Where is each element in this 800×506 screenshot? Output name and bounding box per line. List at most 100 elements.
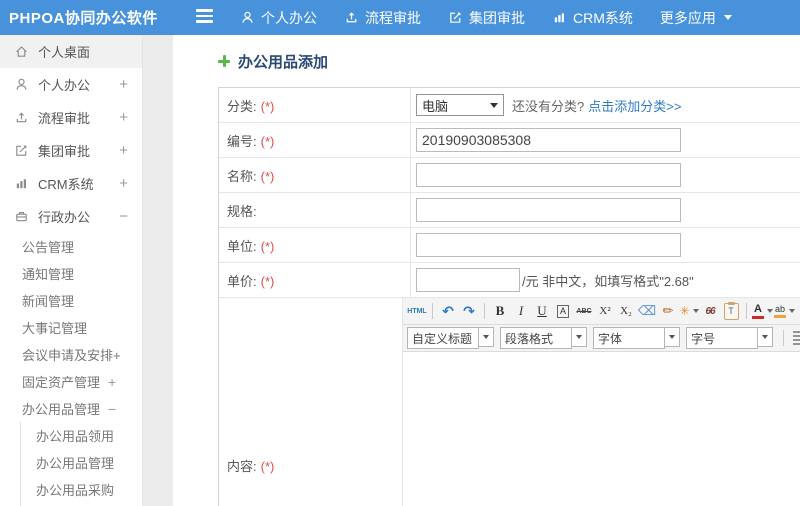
form-row-content: 内容: (*) HTML ↶ ↷ B I U A ABC X² X₂ ⌫ ✏ ✳… bbox=[219, 298, 800, 506]
caret-down-icon bbox=[479, 327, 494, 347]
sidebar-item-label: CRM系统 bbox=[38, 177, 94, 192]
format-painter-icon: ✳ bbox=[679, 304, 690, 318]
caret-down-icon bbox=[692, 309, 699, 313]
sidebar-item-notice-mgmt[interactable]: 通知管理 bbox=[0, 260, 142, 287]
eraser-button[interactable]: ⌫ bbox=[637, 301, 657, 321]
chart-icon bbox=[16, 179, 26, 189]
expand-plus-icon[interactable]: + bbox=[119, 142, 128, 159]
sidebar-item-label: 会议申请及安排+ bbox=[22, 348, 121, 363]
expand-plus-icon[interactable]: + bbox=[108, 374, 116, 390]
category-select[interactable]: 电脑 bbox=[416, 94, 504, 116]
char-border-button[interactable]: A bbox=[553, 301, 573, 321]
align-left-button[interactable] bbox=[789, 328, 800, 348]
font-size-dropdown[interactable]: 字号 bbox=[686, 327, 773, 349]
sidebar-item-fixed-assets-mgmt[interactable]: 固定资产管理 + bbox=[0, 368, 142, 395]
superscript-button[interactable]: X² bbox=[595, 301, 615, 321]
collapse-minus-icon[interactable]: − bbox=[108, 401, 116, 417]
collapse-minus-icon[interactable]: − bbox=[119, 208, 128, 225]
blockquote-button[interactable]: 66 bbox=[700, 301, 720, 321]
sidebar-submenu: 办公用品领用 办公用品管理 办公用品采购 bbox=[20, 422, 142, 506]
strikethrough-button[interactable]: ABC bbox=[574, 301, 594, 321]
content-label: 内容: (*) bbox=[227, 459, 275, 474]
sidebar-item-news-mgmt[interactable]: 新闻管理 bbox=[0, 287, 142, 314]
sidebar-item-label: 集团审批 bbox=[38, 144, 91, 159]
subscript-button[interactable]: X₂ bbox=[616, 301, 636, 321]
editor-toolbar-row2: 自定义标题 段落格式 字体 字号 ∞ bbox=[403, 325, 800, 352]
sidebar-item-label: 个人办公 bbox=[38, 78, 91, 93]
sidebar-item-supplies-purchase[interactable]: 办公用品采购 bbox=[21, 476, 142, 503]
name-input[interactable] bbox=[416, 163, 681, 187]
sidebar-item-crm-system[interactable]: CRM系统 + bbox=[0, 167, 142, 200]
edit-icon bbox=[16, 145, 27, 156]
spec-input[interactable] bbox=[416, 198, 681, 222]
app-window: PHPOA协同办公软件 个人办公 流程审批 集团审批 CRM系统 更多应用 个人… bbox=[0, 0, 800, 506]
font-color-button[interactable]: A bbox=[752, 301, 773, 321]
sidebar-item-label: 公告管理 bbox=[22, 240, 75, 255]
toolbar-separator bbox=[432, 303, 433, 319]
hamburger-menu-icon[interactable] bbox=[196, 9, 213, 26]
sidebar-item-events-mgmt[interactable]: 大事记管理 bbox=[0, 314, 142, 341]
sidebar-item-supplies-claim[interactable]: 办公用品领用 bbox=[21, 422, 142, 449]
app-logo: PHPOA协同办公软件 bbox=[9, 10, 158, 27]
bold-button[interactable]: B bbox=[490, 301, 510, 321]
nav-label: 个人办公 bbox=[261, 9, 317, 26]
nav-group-approval[interactable]: 集团审批 bbox=[448, 8, 525, 28]
sidebar-item-label: 办公用品管理 bbox=[36, 456, 115, 471]
chart-icon bbox=[554, 13, 564, 23]
number-input[interactable] bbox=[416, 128, 681, 152]
edit-icon bbox=[450, 12, 461, 23]
html-source-button[interactable]: HTML bbox=[407, 301, 427, 321]
briefcase-icon bbox=[16, 212, 27, 222]
italic-button[interactable]: I bbox=[511, 301, 531, 321]
page-title: 办公用品添加 bbox=[238, 53, 329, 71]
clipboard-icon: T bbox=[723, 301, 739, 320]
nav-personal-office[interactable]: 个人办公 bbox=[240, 8, 317, 28]
sidebar-item-office-supplies-mgmt[interactable]: 办公用品管理 − bbox=[0, 395, 142, 422]
required-mark: (*) bbox=[260, 98, 275, 114]
sidebar-item-group-approval[interactable]: 集团审批 + bbox=[0, 134, 142, 167]
sidebar-item-label: 行政办公 bbox=[38, 210, 91, 225]
highlight-button[interactable]: ab bbox=[774, 301, 795, 321]
nav-more-apps[interactable]: 更多应用 bbox=[660, 8, 732, 28]
topbar: PHPOA协同办公软件 个人办公 流程审批 集团审批 CRM系统 更多应用 bbox=[0, 0, 800, 35]
required-mark: (*) bbox=[260, 133, 275, 149]
unit-label: 单位: (*) bbox=[227, 238, 275, 254]
editor-content-area[interactable] bbox=[403, 352, 800, 506]
expand-plus-icon[interactable]: + bbox=[119, 175, 128, 192]
expand-plus-icon[interactable]: + bbox=[119, 76, 128, 93]
clean-format-button[interactable]: ✏ bbox=[658, 301, 678, 321]
price-input[interactable] bbox=[416, 268, 520, 292]
unit-input[interactable] bbox=[416, 233, 681, 257]
form-row-price: 单价: (*) /元 非中文，如填写格式"2.68" bbox=[219, 263, 800, 298]
underline-button[interactable]: U bbox=[532, 301, 552, 321]
sidebar-item-personal-desktop[interactable]: 个人桌面 bbox=[0, 35, 142, 68]
form-row-unit: 单位: (*) bbox=[219, 228, 800, 263]
paste-text-button[interactable]: T bbox=[721, 301, 741, 321]
user-icon bbox=[242, 11, 253, 23]
undo-button[interactable]: ↶ bbox=[438, 301, 458, 321]
font-family-dropdown[interactable]: 字体 bbox=[593, 327, 680, 349]
expand-plus-icon[interactable]: + bbox=[119, 109, 128, 126]
caret-down-icon bbox=[789, 309, 795, 313]
custom-heading-dropdown[interactable]: 自定义标题 bbox=[407, 327, 494, 349]
sidebar-item-announcement-mgmt[interactable]: 公告管理 bbox=[0, 233, 142, 260]
form-row-number: 编号: (*) bbox=[219, 123, 800, 158]
sidebar-item-admin-office[interactable]: 行政办公 − bbox=[0, 200, 142, 233]
sidebar-item-label: 大事记管理 bbox=[22, 321, 88, 336]
sidebar-item-meeting-mgmt[interactable]: 会议申请及安排+ bbox=[0, 341, 142, 368]
sidebar-item-personal-office[interactable]: 个人办公 + bbox=[0, 68, 142, 101]
category-hint: 还没有分类? bbox=[512, 98, 585, 114]
home-icon bbox=[16, 46, 27, 57]
nav-label: 流程审批 bbox=[365, 9, 421, 26]
sidebar-item-label: 办公用品采购 bbox=[36, 483, 115, 498]
redo-button[interactable]: ↷ bbox=[459, 301, 479, 321]
sidebar-item-supplies-manage[interactable]: 办公用品管理 bbox=[21, 449, 142, 476]
format-painter-button[interactable]: ✳ bbox=[679, 301, 699, 321]
required-mark: (*) bbox=[260, 273, 275, 289]
sidebar-item-workflow-approval[interactable]: 流程审批 + bbox=[0, 101, 142, 134]
nav-workflow-approval[interactable]: 流程审批 bbox=[344, 8, 421, 28]
add-category-link[interactable]: 点击添加分类>> bbox=[588, 96, 681, 115]
toolbar-separator bbox=[783, 330, 784, 346]
paragraph-format-dropdown[interactable]: 段落格式 bbox=[500, 327, 587, 349]
nav-crm-system[interactable]: CRM系统 bbox=[552, 8, 633, 28]
